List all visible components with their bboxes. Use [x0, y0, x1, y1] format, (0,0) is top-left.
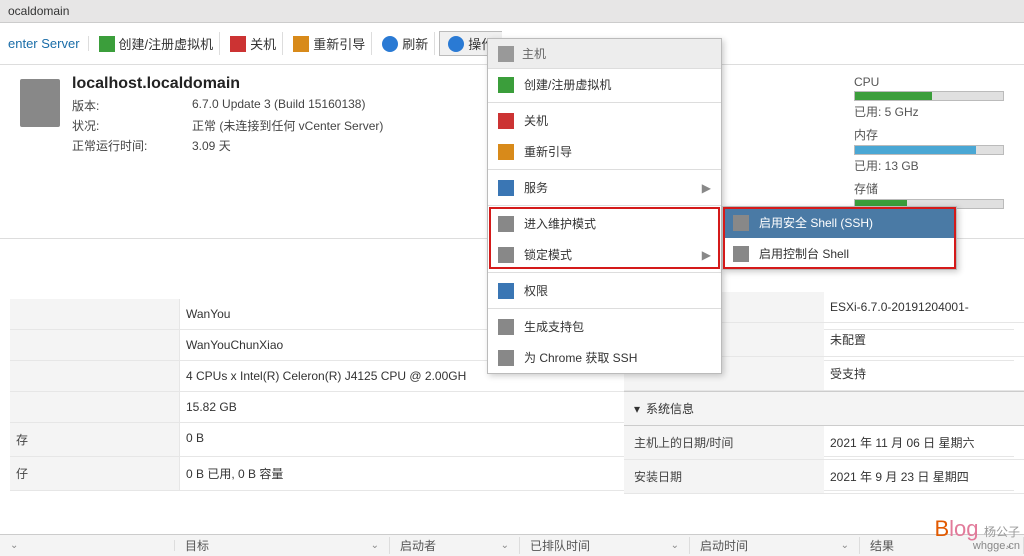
tasks-col-target[interactable]: 目标⌄: [175, 537, 390, 554]
menu-services[interactable]: 服务▶: [488, 172, 721, 203]
lockdown-icon: [498, 247, 514, 263]
services-icon: [498, 180, 514, 196]
vsphere-value: 未配置: [824, 323, 1024, 356]
mem-label: [10, 392, 180, 422]
menu-reboot[interactable]: 重新引导: [488, 136, 721, 167]
host-icon: [20, 79, 60, 127]
supported-value: 受支持: [824, 357, 1024, 390]
cpu-meter-used: 已用: 5 GHz: [854, 103, 1004, 120]
dropdown-icon: ⌄: [671, 540, 679, 551]
create-vm-label: 创建/注册虚拟机: [119, 34, 214, 53]
install-label: 安装日期: [624, 460, 824, 493]
dropdown-icon: ⌄: [841, 540, 849, 551]
reboot-button[interactable]: 重新引导: [287, 32, 372, 55]
uptime-label: 正常运行时间:: [72, 137, 192, 154]
submenu-enable-console[interactable]: 启用控制台 Shell: [723, 238, 956, 269]
stor-meter-title: 存储: [854, 180, 1004, 197]
pmem-label: 存: [10, 423, 180, 456]
dropdown-icon: ⌄: [10, 540, 18, 551]
chevron-right-icon: ▶: [702, 248, 711, 262]
state-value: 正常 (未连接到任何 vCenter Server): [192, 117, 383, 134]
menu-lockdown[interactable]: 锁定模式▶: [488, 239, 721, 270]
refresh-label: 刷新: [402, 34, 428, 53]
shutdown-label: 关机: [250, 34, 276, 53]
reboot-label: 重新引导: [313, 34, 365, 53]
mem-meter-fill: [855, 146, 976, 154]
host-title: localhost.localdomain: [72, 75, 383, 93]
support-icon: [498, 319, 514, 335]
ssh-icon: [733, 215, 749, 231]
install-value: 2021 年 9 月 23 日 星期四: [824, 460, 1024, 493]
submenu-enable-ssh[interactable]: 启用安全 Shell (SSH): [723, 207, 956, 238]
system-info-header[interactable]: ▾系统信息: [624, 391, 1024, 426]
permissions-icon: [498, 283, 514, 299]
create-vm-icon: [99, 36, 115, 52]
chevron-right-icon: ▶: [702, 181, 711, 195]
cpu-meter-title: CPU: [854, 75, 1004, 89]
mem-meter-used: 已用: 13 GB: [854, 157, 1004, 174]
refresh-button[interactable]: 刷新: [376, 32, 435, 55]
chevron-down-icon: ▾: [634, 402, 640, 416]
maintenance-icon: [498, 216, 514, 232]
shutdown-button[interactable]: 关机: [224, 32, 283, 55]
cpu-meter-fill: [855, 92, 932, 100]
version-label: 版本:: [72, 97, 192, 114]
menu-maintenance[interactable]: 进入维护模式: [488, 208, 721, 239]
tasks-col-queued[interactable]: 已排队时间⌄: [520, 537, 690, 554]
tasks-col-1[interactable]: ⌄: [0, 540, 175, 551]
uptime-value: 3.09 天: [192, 137, 231, 154]
shutdown-icon: [498, 113, 514, 129]
menu-shutdown[interactable]: 关机: [488, 105, 721, 136]
cpu-label: [10, 361, 180, 391]
hostdate-label: 主机上的日期/时间: [624, 426, 824, 459]
watermark: Blog 杨公子 whgge.cn: [934, 516, 1020, 552]
gear-icon: [448, 36, 464, 52]
version-value: 6.7.0 Update 3 (Build 15160138): [192, 97, 365, 114]
menu-create-vm[interactable]: 创建/注册虚拟机: [488, 69, 721, 100]
shutdown-icon: [230, 36, 246, 52]
refresh-icon: [382, 36, 398, 52]
tasks-col-start[interactable]: 启动时间⌄: [690, 537, 860, 554]
host-small-icon: [498, 46, 514, 62]
breadcrumb: ocaldomain: [0, 0, 1024, 23]
vcenter-link[interactable]: enter Server: [8, 36, 80, 51]
tasks-header: ⌄ 目标⌄ 启动者⌄ 已排队时间⌄ 启动时间⌄ 结果⌄: [0, 534, 1024, 556]
reboot-icon: [498, 144, 514, 160]
reboot-icon: [293, 36, 309, 52]
chrome-icon: [498, 350, 514, 366]
image-profile-value: ESXi-6.7.0-20191204001-: [824, 292, 1024, 322]
create-vm-icon: [498, 77, 514, 93]
create-vm-button[interactable]: 创建/注册虚拟机: [93, 32, 221, 55]
menu-support[interactable]: 生成支持包: [488, 311, 721, 342]
mem-meter-title: 内存: [854, 126, 1004, 143]
dropdown-icon: ⌄: [501, 540, 509, 551]
tasks-col-initiator[interactable]: 启动者⌄: [390, 537, 520, 554]
console-icon: [733, 246, 749, 262]
hw-label: [10, 299, 180, 329]
menu-chrome-ssh[interactable]: 为 Chrome 获取 SSH: [488, 342, 721, 373]
dropdown-icon: ⌄: [371, 540, 379, 551]
hostdate-value: 2021 年 11 月 06 日 星期六: [824, 426, 1024, 459]
vflash-label: 仔: [10, 457, 180, 490]
menu-permissions[interactable]: 权限: [488, 275, 721, 306]
services-submenu: 启用安全 Shell (SSH) 启用控制台 Shell: [722, 206, 957, 270]
actions-menu: 主机 创建/注册虚拟机 关机 重新引导 服务▶ 进入维护模式 锁定模式▶ 权限 …: [487, 38, 722, 374]
model-label: [10, 330, 180, 360]
menu-header: 主机: [488, 39, 721, 69]
state-label: 状况:: [72, 117, 192, 134]
